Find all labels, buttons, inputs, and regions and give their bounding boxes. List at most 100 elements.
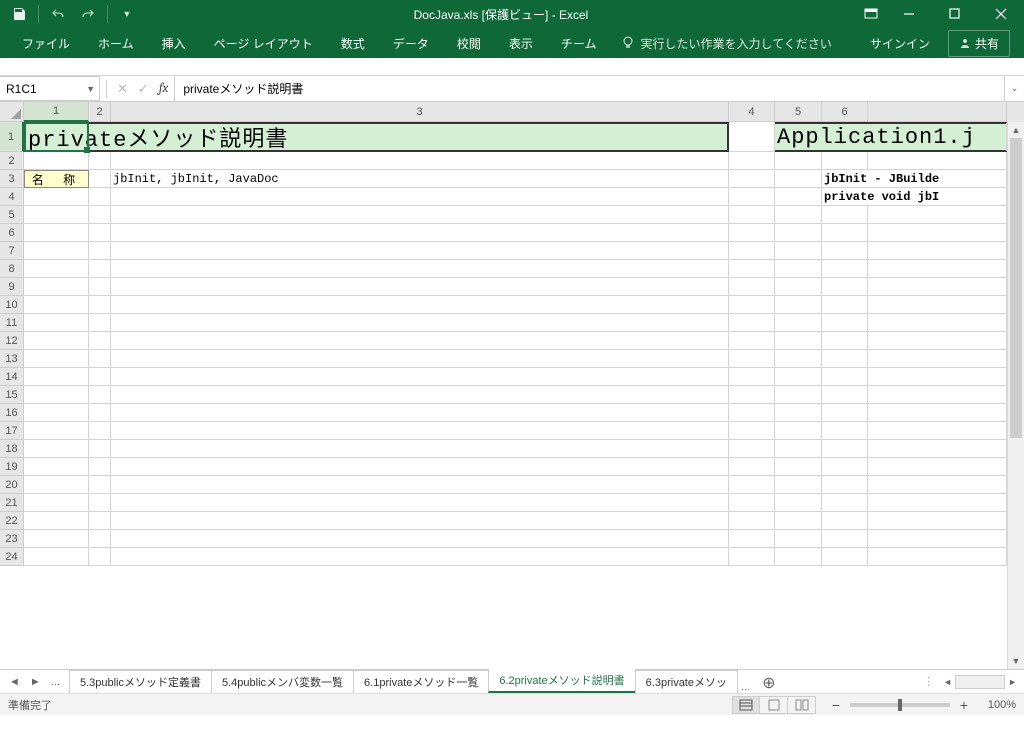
- redo-icon[interactable]: [75, 2, 101, 26]
- cell[interactable]: [868, 530, 1007, 548]
- cell[interactable]: [729, 386, 775, 404]
- normal-view-icon[interactable]: [732, 696, 760, 714]
- cell[interactable]: [24, 296, 89, 314]
- cell[interactable]: [822, 476, 868, 494]
- cell[interactable]: [111, 206, 729, 224]
- cell[interactable]: [775, 260, 822, 278]
- cell[interactable]: [111, 350, 729, 368]
- cell[interactable]: [822, 422, 868, 440]
- cell[interactable]: [775, 296, 822, 314]
- row-header[interactable]: 1: [0, 122, 24, 152]
- cell[interactable]: [111, 422, 729, 440]
- cell[interactable]: [111, 224, 729, 242]
- cell[interactable]: [89, 224, 111, 242]
- cell[interactable]: [868, 314, 1007, 332]
- cell[interactable]: [89, 440, 111, 458]
- share-button[interactable]: 共有: [948, 30, 1010, 57]
- cell[interactable]: [729, 494, 775, 512]
- row-header[interactable]: 19: [0, 458, 24, 476]
- cell[interactable]: [822, 224, 868, 242]
- qat-customize-icon[interactable]: ▼: [114, 2, 140, 26]
- cell[interactable]: [24, 440, 89, 458]
- cell[interactable]: [868, 260, 1007, 278]
- cell[interactable]: [868, 152, 1007, 170]
- cell[interactable]: [775, 494, 822, 512]
- row-header[interactable]: 4: [0, 188, 24, 206]
- sheet-nav-next-icon[interactable]: ►: [27, 676, 44, 688]
- cell[interactable]: [24, 332, 89, 350]
- cell[interactable]: [89, 188, 111, 206]
- row-header[interactable]: 6: [0, 224, 24, 242]
- cell[interactable]: [729, 548, 775, 566]
- cell[interactable]: [24, 260, 89, 278]
- cell[interactable]: [729, 350, 775, 368]
- col-header-overflow[interactable]: [868, 102, 1007, 122]
- cell[interactable]: [729, 530, 775, 548]
- cell[interactable]: [775, 170, 822, 188]
- cell[interactable]: [111, 188, 729, 206]
- tab-review[interactable]: 校閲: [443, 28, 495, 58]
- cell[interactable]: [822, 404, 868, 422]
- cell[interactable]: [89, 458, 111, 476]
- cell[interactable]: [775, 206, 822, 224]
- cell[interactable]: [89, 260, 111, 278]
- sheet-tab[interactable]: 5.3publicメソッド定義書: [69, 670, 212, 693]
- cell[interactable]: [111, 494, 729, 512]
- cell[interactable]: [822, 314, 868, 332]
- cell[interactable]: [729, 512, 775, 530]
- row-header[interactable]: 11: [0, 314, 24, 332]
- cell[interactable]: [111, 152, 729, 170]
- cell[interactable]: [822, 548, 868, 566]
- sheet-nav-prev-icon[interactable]: ◄: [6, 676, 23, 688]
- tab-page-layout[interactable]: ページ レイアウト: [200, 28, 327, 58]
- cell[interactable]: [89, 152, 111, 170]
- cell[interactable]: [111, 332, 729, 350]
- signin-link[interactable]: サインイン: [858, 35, 942, 52]
- cell[interactable]: [822, 368, 868, 386]
- save-icon[interactable]: [6, 2, 32, 26]
- col-header-4[interactable]: 4: [729, 102, 775, 122]
- row-header[interactable]: 21: [0, 494, 24, 512]
- tab-file[interactable]: ファイル: [8, 28, 84, 58]
- zoom-slider[interactable]: [850, 703, 950, 707]
- cell[interactable]: [868, 422, 1007, 440]
- cell[interactable]: [775, 512, 822, 530]
- sheet-ellipsis[interactable]: ...: [737, 681, 754, 693]
- cell[interactable]: [822, 206, 868, 224]
- cell[interactable]: [822, 260, 868, 278]
- vertical-scrollbar[interactable]: ▲ ▼: [1007, 122, 1024, 669]
- row-header[interactable]: 14: [0, 368, 24, 386]
- close-button[interactable]: [978, 0, 1024, 28]
- cell[interactable]: [24, 368, 89, 386]
- cell[interactable]: [775, 242, 822, 260]
- cell[interactable]: [822, 494, 868, 512]
- row-header[interactable]: 9: [0, 278, 24, 296]
- row-header[interactable]: 8: [0, 260, 24, 278]
- cell[interactable]: [729, 296, 775, 314]
- cell[interactable]: [24, 278, 89, 296]
- enter-icon[interactable]: ✓: [138, 81, 149, 97]
- cell[interactable]: [89, 278, 111, 296]
- zoom-level[interactable]: 100%: [978, 699, 1016, 711]
- zoom-slider-thumb[interactable]: [898, 699, 902, 711]
- col-header-3[interactable]: 3: [111, 102, 729, 122]
- cell[interactable]: [822, 350, 868, 368]
- sheet-nav-more[interactable]: ...: [48, 676, 63, 688]
- cell[interactable]: [89, 242, 111, 260]
- cell[interactable]: [111, 404, 729, 422]
- cell[interactable]: [868, 206, 1007, 224]
- cell[interactable]: [24, 548, 89, 566]
- name-box[interactable]: R1C1 ▼: [0, 76, 100, 101]
- row-header[interactable]: 18: [0, 440, 24, 458]
- cell[interactable]: [111, 260, 729, 278]
- row-header[interactable]: 5: [0, 206, 24, 224]
- cell[interactable]: [868, 332, 1007, 350]
- cell[interactable]: [775, 422, 822, 440]
- cell[interactable]: [111, 296, 729, 314]
- cell[interactable]: [729, 476, 775, 494]
- cell[interactable]: [775, 314, 822, 332]
- cell[interactable]: [111, 314, 729, 332]
- cell[interactable]: [729, 278, 775, 296]
- cell[interactable]: [89, 494, 111, 512]
- cell[interactable]: [111, 278, 729, 296]
